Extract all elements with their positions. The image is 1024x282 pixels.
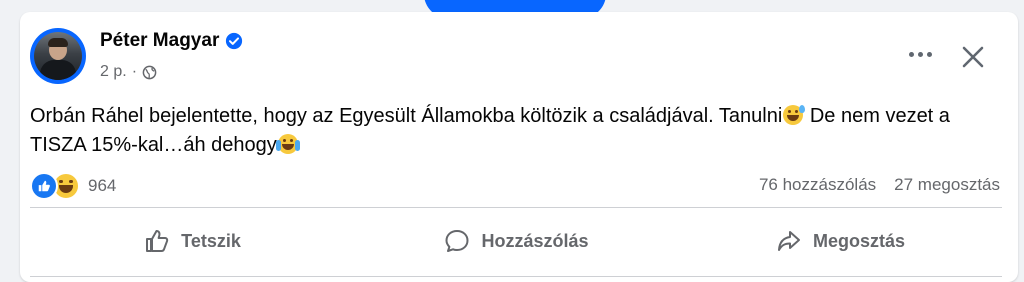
share-count-link[interactable]: 27 megosztás — [894, 175, 1000, 195]
like-button[interactable]: Tetszik — [30, 216, 354, 266]
post-time[interactable]: 2 p. — [100, 63, 127, 81]
bottom-divider — [30, 276, 1002, 277]
thumbs-up-icon — [146, 230, 169, 252]
author-name[interactable]: Péter Magyar — [100, 30, 219, 52]
comment-button[interactable]: Hozzászólás — [354, 216, 678, 266]
avatar-photo — [34, 32, 82, 80]
engagement-stats: 76 hozzászólás 27 megosztás — [759, 175, 1000, 195]
post-card: Péter Magyar 2 p. · Orbán Ráhel bejelent… — [20, 12, 1018, 282]
divider — [30, 207, 1002, 208]
post-meta: 2 p. · — [100, 63, 157, 81]
avatar[interactable] — [30, 28, 86, 84]
like-reaction-icon — [30, 172, 58, 200]
share-arrow-icon — [777, 231, 800, 251]
reaction-count: 964 — [88, 176, 117, 195]
more-dots-icon — [908, 51, 914, 57]
action-bar: Tetszik Hozzászólás Megosztás — [30, 216, 1002, 266]
speech-bubble-icon — [445, 230, 469, 252]
post-text: Orbán Ráhel bejelentette, hogy az Egyesü… — [30, 102, 980, 160]
meta-separator: · — [131, 63, 138, 80]
comment-count-link[interactable]: 76 hozzászólás — [759, 175, 876, 195]
post-text-part1: Orbán Ráhel bejelentette, hogy az Egyesü… — [30, 105, 783, 127]
globe-icon[interactable] — [142, 65, 157, 80]
tears-of-joy-emoji-icon — [275, 134, 300, 154]
close-icon[interactable] — [958, 42, 988, 72]
sweat-smile-emoji-icon — [783, 105, 806, 125]
share-button[interactable]: Megosztás — [678, 216, 1002, 266]
author-name-row: Péter Magyar — [100, 30, 243, 52]
comment-label: Hozzászólás — [481, 230, 589, 251]
share-label: Megosztás — [812, 230, 906, 251]
reactions-summary[interactable]: 964 — [30, 172, 116, 200]
like-label: Tetszik — [181, 230, 241, 251]
verified-badge-icon — [226, 32, 243, 50]
more-options-button[interactable] — [904, 40, 936, 68]
